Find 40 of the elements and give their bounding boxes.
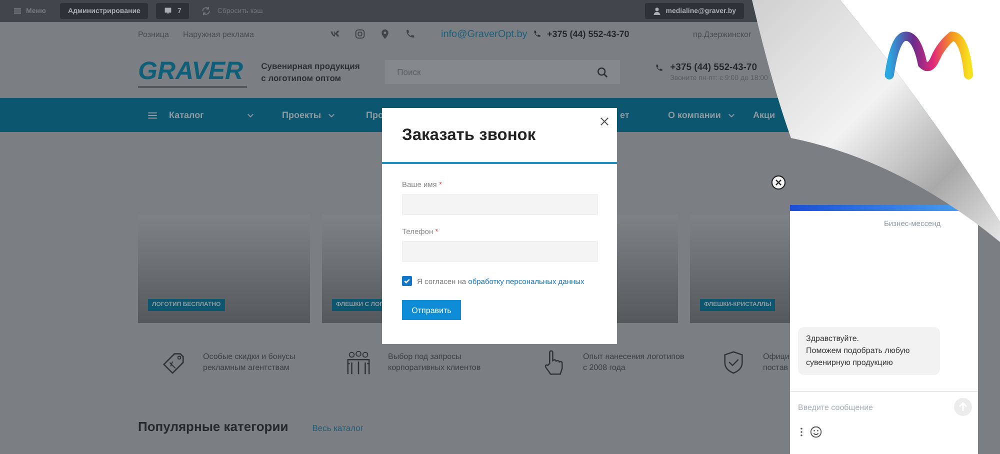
email-link[interactable]: info@GraverOpt.by [441,28,533,40]
vk-icon[interactable] [330,29,340,39]
phone-icon[interactable] [533,30,541,38]
graver-logo[interactable]: GRAVER [138,56,248,88]
phone-number[interactable]: +375 (44) 552-43-70 [655,62,757,73]
nav-item[interactable]: Каталог [138,110,268,120]
refresh-icon[interactable] [201,6,212,16]
feature-text: Особые скидки и бонусы рекламным агентствам [203,351,296,373]
more-icon[interactable] [800,427,803,437]
location-pin-icon[interactable] [380,29,390,39]
comment-icon[interactable] [164,7,172,15]
menu-icon[interactable] [14,8,21,14]
people-icon [345,348,372,376]
instagram-icon[interactable] [355,29,365,39]
close-icon[interactable] [600,117,609,126]
close-icon[interactable] [771,175,786,190]
user-icon[interactable] [652,7,661,15]
chat-message: Здравствуйте. Поможем подобрать любую сувенирную продукцию [798,327,940,375]
dialog-title: Заказать звонок [402,126,536,144]
feature-text: Выбор под запросы корпоративных клиентов [388,351,481,373]
phone-number[interactable]: +375 (44) 552-43-70 [533,29,693,39]
phone-icon[interactable] [655,64,664,72]
emoji-icon[interactable] [810,426,822,438]
feature-text: Опыт нанесения логотипов с 2008 года [583,351,684,373]
chevron-down-icon[interactable] [247,112,254,118]
submit-button[interactable]: Отправить [402,300,461,320]
catalog-link[interactable]: Весь каталог [312,423,364,433]
nav-item[interactable]: ет [620,110,630,120]
section-heading: Популярные категории [138,419,288,434]
nav-item[interactable]: Проекты [268,110,336,120]
chevron-down-icon[interactable] [328,112,336,118]
m-logo-icon [882,30,974,82]
feature-text: Офици постав [763,351,790,373]
nav-item[interactable]: Акци [753,110,776,120]
menu-icon[interactable] [148,112,157,118]
nav-item[interactable]: О компании [654,110,735,120]
phone-icon[interactable] [405,29,415,39]
consent-checkbox[interactable] [402,276,412,286]
tagline: Сувенирная продукция с логотипом оптом [261,60,361,84]
chevron-down-icon[interactable] [728,112,735,118]
